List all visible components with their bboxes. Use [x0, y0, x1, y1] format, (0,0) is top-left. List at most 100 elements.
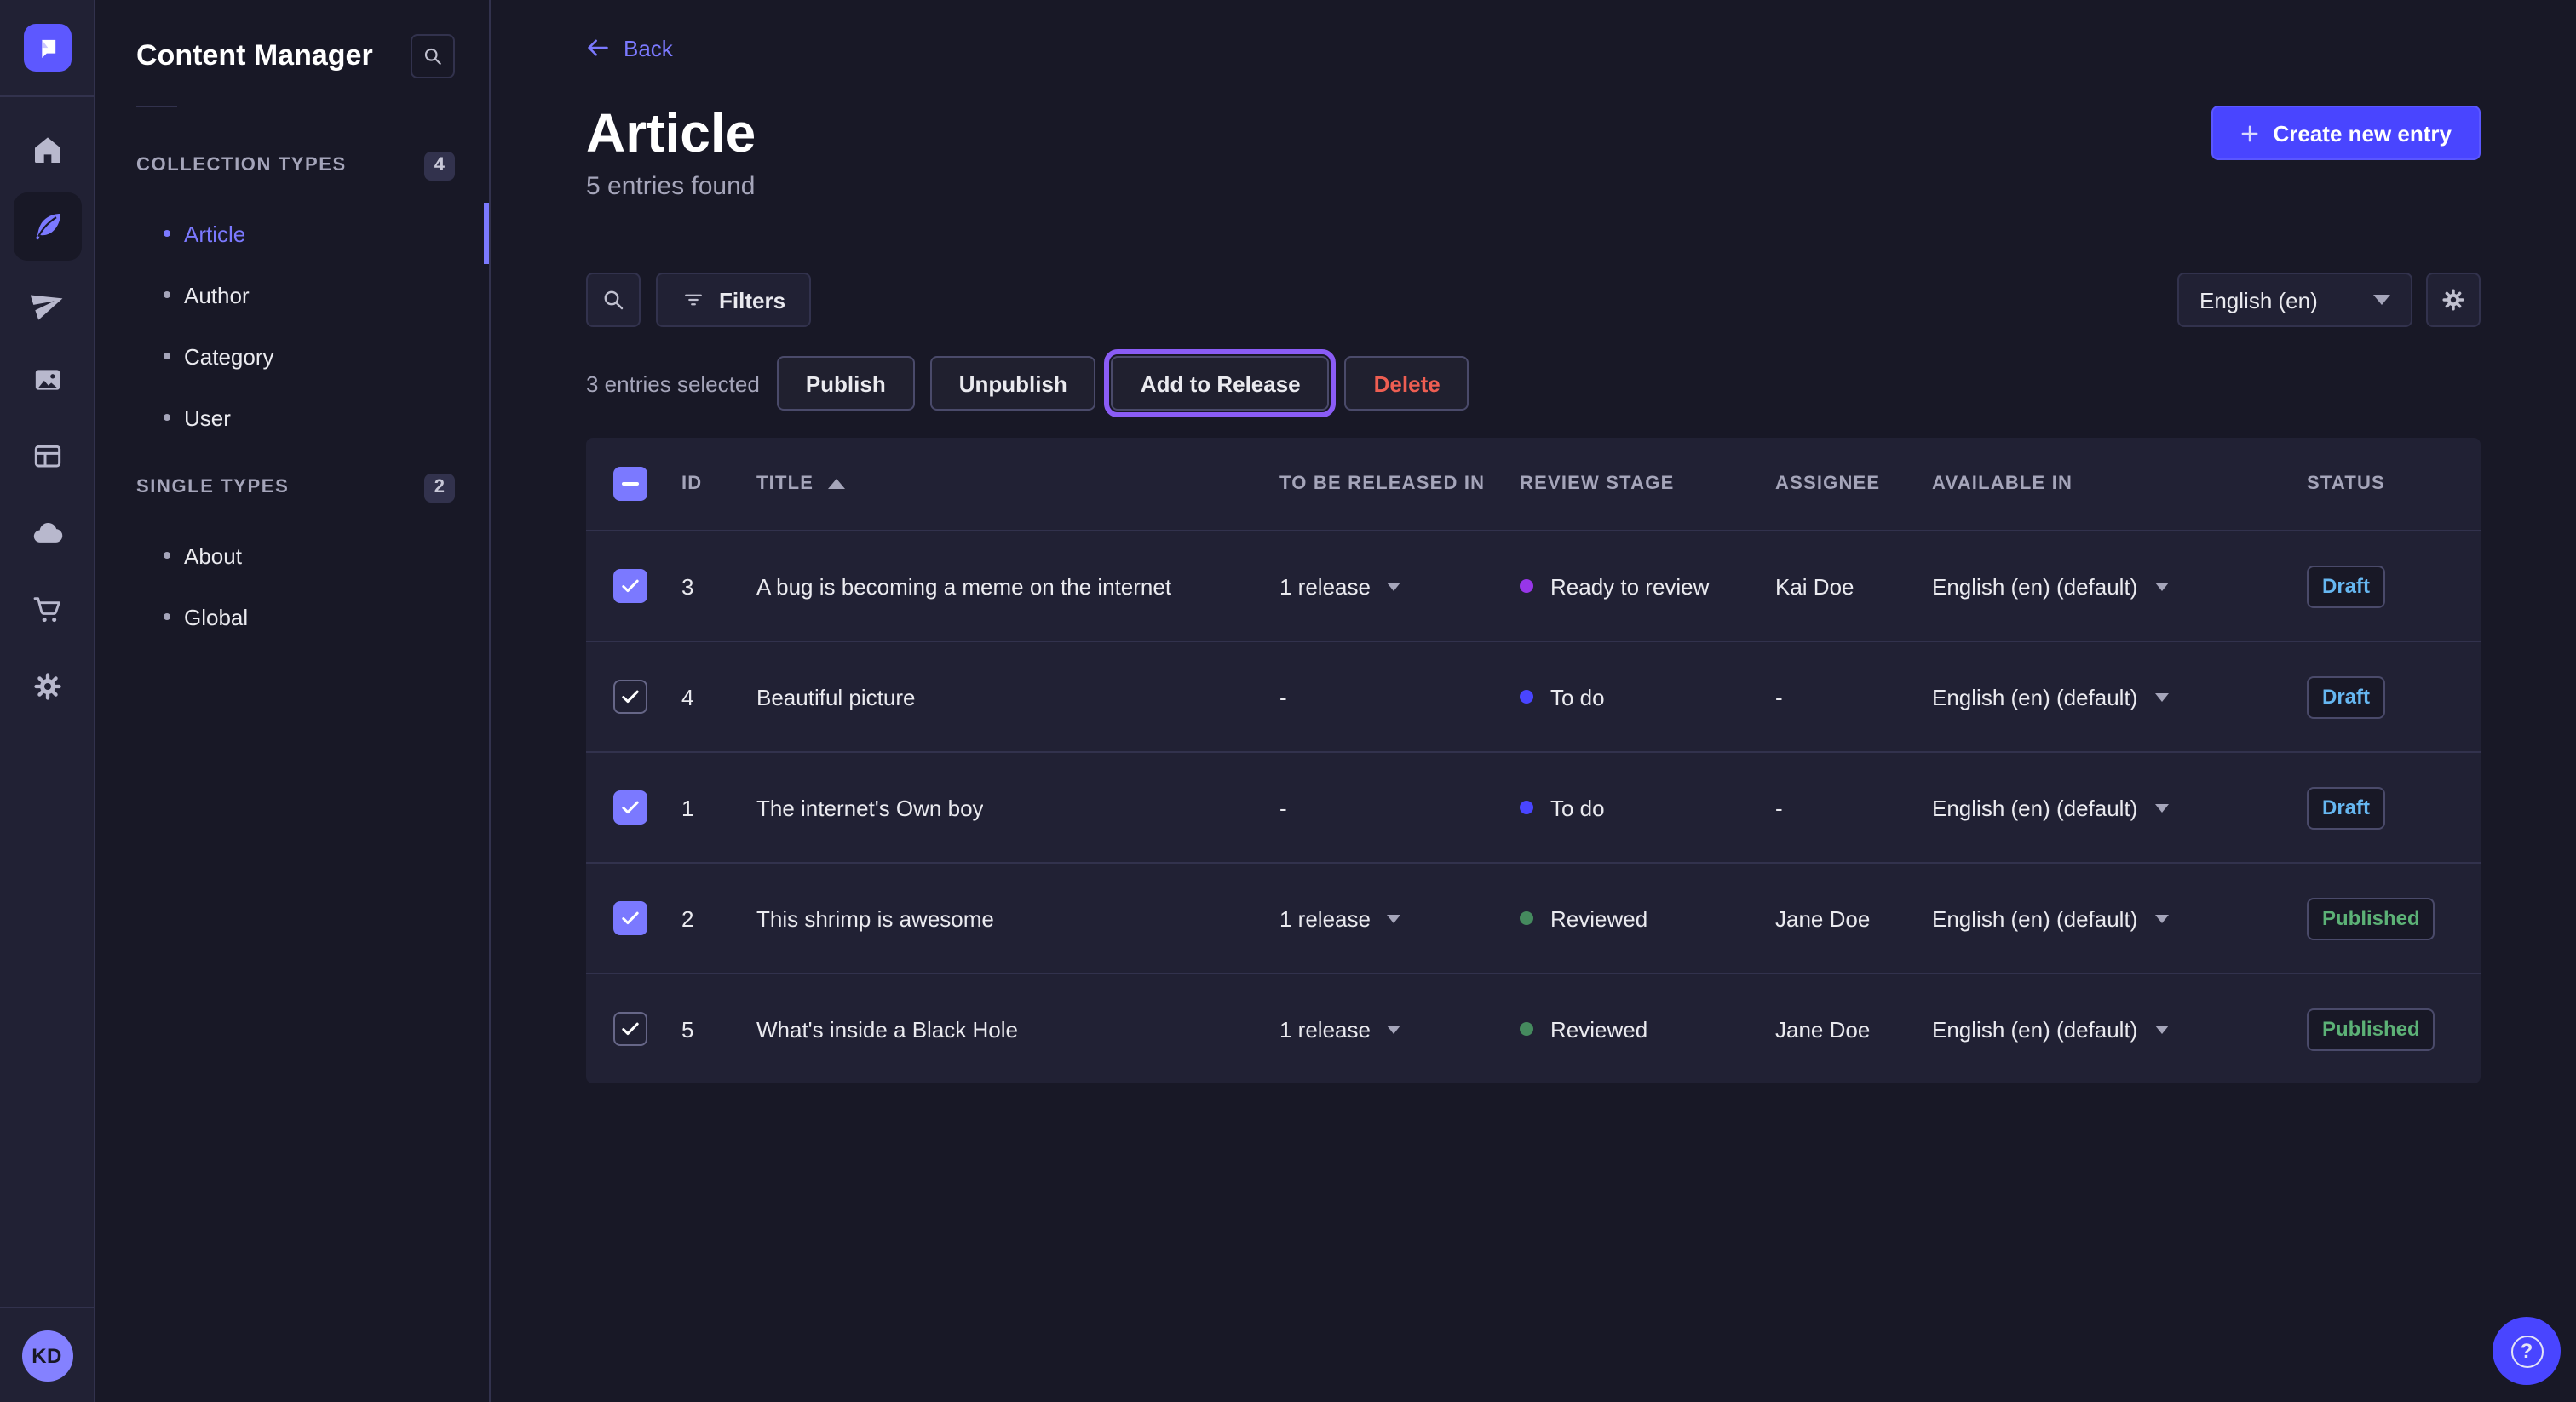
sidebar-item-global[interactable]: Global	[95, 586, 489, 647]
checkmark-icon	[618, 685, 642, 709]
table-header-row: ID TITLE TO BE RELEASED IN REVIEW STAGE …	[586, 438, 2481, 530]
create-entry-button[interactable]: Create new entry	[2211, 106, 2481, 160]
table-row[interactable]: 1 The internet's Own boy - To do - Engli…	[586, 751, 2481, 862]
unpublish-button[interactable]: Unpublish	[930, 356, 1096, 411]
checkmark-icon	[618, 574, 642, 598]
selection-bar: 3 entries selected Publish Unpublish Add…	[586, 356, 2481, 411]
chevron-down-icon	[2154, 582, 2168, 590]
sidebar-item-label: User	[184, 405, 231, 430]
nav-item-content-manager[interactable]	[13, 192, 81, 261]
collection-types-count-badge: 4	[424, 151, 455, 180]
publish-button[interactable]: Publish	[777, 356, 915, 411]
subnav-title: Content Manager	[136, 39, 373, 73]
locale-select[interactable]: English (en)	[2177, 273, 2412, 327]
nav-item-settings[interactable]	[13, 652, 81, 721]
subnav-search-button[interactable]	[411, 34, 455, 78]
chevron-down-icon	[2154, 803, 2168, 812]
filters-button[interactable]: Filters	[656, 273, 811, 327]
select-all-checkbox[interactable]	[613, 467, 647, 501]
search-button[interactable]	[586, 273, 641, 327]
row-locale-select[interactable]: English (en) (default)	[1932, 795, 2307, 820]
view-settings-button[interactable]	[2426, 273, 2481, 327]
row-release-select[interactable]: -	[1279, 684, 1520, 710]
nav-item-home[interactable]	[13, 116, 81, 184]
row-title: The internet's Own boy	[756, 795, 1279, 820]
column-header-title[interactable]: TITLE	[756, 474, 1279, 494]
search-icon	[421, 44, 445, 68]
sidebar-item-author[interactable]: Author	[95, 264, 489, 325]
cart-icon	[30, 593, 64, 627]
back-label: Back	[624, 35, 673, 60]
strapi-logo[interactable]	[23, 24, 71, 72]
table-row[interactable]: 4 Beautiful picture - To do - English (e…	[586, 641, 2481, 751]
chevron-down-icon	[2154, 692, 2168, 701]
sidebar-item-label: Category	[184, 343, 274, 369]
sidebar-item-about[interactable]: About	[95, 525, 489, 586]
row-checkbox[interactable]	[613, 901, 647, 935]
row-status: Draft	[2307, 565, 2481, 607]
app-root: KD Content Manager COLLECTION TYPES 4 Ar…	[0, 0, 2576, 1402]
status-badge: Draft	[2307, 675, 2385, 718]
row-id: 3	[681, 573, 756, 599]
row-review-stage: Reviewed	[1520, 905, 1775, 931]
main-navigation: KD	[0, 0, 95, 1402]
table-row[interactable]: 2 This shrimp is awesome 1 release Revie…	[586, 862, 2481, 973]
table-row[interactable]: 3 A bug is becoming a meme on the intern…	[586, 530, 2481, 641]
status-badge: Draft	[2307, 565, 2385, 607]
arrow-left-icon	[586, 37, 610, 58]
row-title: Beautiful picture	[756, 684, 1279, 710]
row-release-select[interactable]: -	[1279, 795, 1520, 820]
review-stage-dot	[1520, 801, 1533, 814]
nav-item-content-type-builder[interactable]	[13, 422, 81, 491]
row-checkbox[interactable]	[613, 680, 647, 714]
single-types-label: SINGLE TYPES	[136, 477, 289, 497]
feather-icon	[30, 210, 64, 244]
help-button[interactable]: ?	[2493, 1317, 2561, 1385]
table-body: 3 A bug is becoming a meme on the intern…	[586, 530, 2481, 1083]
avatar[interactable]: KD	[21, 1330, 72, 1381]
nav-footer: KD	[0, 1307, 94, 1402]
entries-count: 5 entries found	[586, 172, 2481, 201]
row-checkbox[interactable]	[613, 790, 647, 825]
bullet-icon	[164, 613, 170, 620]
row-title: What's inside a Black Hole	[756, 1016, 1279, 1042]
add-to-release-button[interactable]: Add to Release	[1112, 356, 1330, 411]
gear-icon	[30, 669, 64, 704]
delete-button[interactable]: Delete	[1345, 356, 1469, 411]
sidebar-item-category[interactable]: Category	[95, 325, 489, 387]
row-release-select[interactable]: 1 release	[1279, 573, 1520, 599]
nav-item-releases[interactable]	[13, 269, 81, 337]
row-checkbox[interactable]	[613, 569, 647, 603]
chevron-down-icon	[1388, 914, 1401, 922]
question-icon: ?	[2510, 1335, 2543, 1367]
nav-item-marketplace[interactable]	[13, 576, 81, 644]
row-locale-select[interactable]: English (en) (default)	[1932, 684, 2307, 710]
row-release-select[interactable]: 1 release	[1279, 905, 1520, 931]
images-icon	[30, 363, 64, 397]
sidebar-item-article[interactable]: Article	[95, 203, 489, 264]
main-content: Back Article Create new entry 5 entries …	[491, 0, 2576, 1402]
review-stage-dot	[1520, 1022, 1533, 1036]
layout-icon	[30, 440, 64, 474]
row-status: Draft	[2307, 675, 2481, 718]
nav-icon-list	[0, 97, 94, 1307]
home-icon	[30, 133, 64, 167]
bullet-icon	[164, 552, 170, 559]
row-title: A bug is becoming a meme on the internet	[756, 573, 1279, 599]
nav-item-media-library[interactable]	[13, 346, 81, 414]
table-row[interactable]: 5 What's inside a Black Hole 1 release R…	[586, 973, 2481, 1083]
row-checkbox[interactable]	[613, 1012, 647, 1046]
row-title: This shrimp is awesome	[756, 905, 1279, 931]
row-locale-select[interactable]: English (en) (default)	[1932, 905, 2307, 931]
row-locale-select[interactable]: English (en) (default)	[1932, 573, 2307, 599]
row-locale-select[interactable]: English (en) (default)	[1932, 1016, 2307, 1042]
sidebar-item-user[interactable]: User	[95, 387, 489, 448]
paper-plane-icon	[30, 286, 64, 320]
column-header-review-stage: REVIEW STAGE	[1520, 474, 1775, 494]
row-release-select[interactable]: 1 release	[1279, 1016, 1520, 1042]
row-assignee: Kai Doe	[1775, 573, 1932, 599]
chevron-down-icon	[2154, 914, 2168, 922]
nav-item-cloud[interactable]	[13, 499, 81, 567]
back-link[interactable]: Back	[586, 34, 673, 61]
checkmark-icon	[618, 906, 642, 930]
